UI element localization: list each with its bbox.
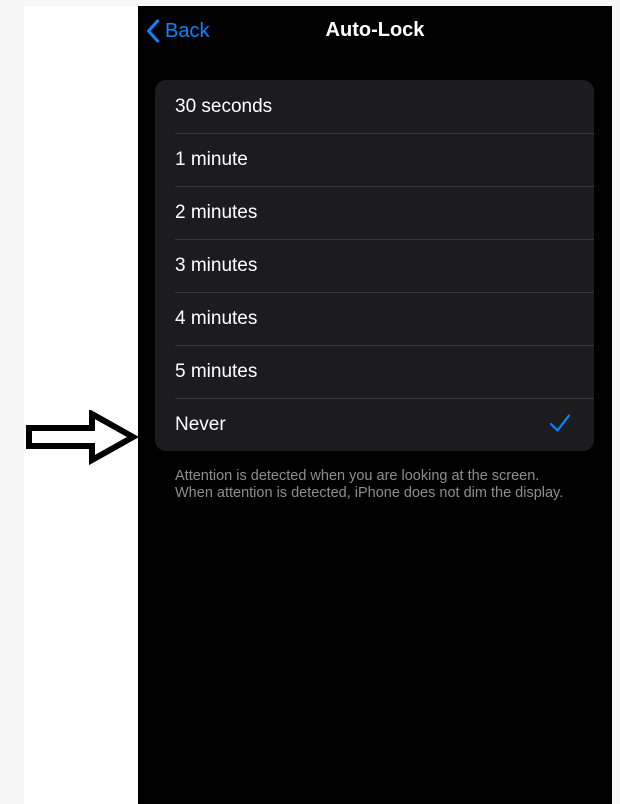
option-label: 2 minutes — [175, 201, 258, 223]
option-1-minute[interactable]: 1 minute — [155, 133, 594, 186]
option-label: 5 minutes — [175, 360, 258, 382]
option-never[interactable]: Never — [155, 398, 594, 451]
checkmark-icon — [549, 413, 571, 438]
auto-lock-options-list: 30 seconds 1 minute 2 minutes 3 minutes … — [155, 80, 594, 451]
option-4-minutes[interactable]: 4 minutes — [155, 292, 594, 345]
option-5-minutes[interactable]: 5 minutes — [155, 345, 594, 398]
option-label: 1 minute — [175, 148, 248, 170]
auto-lock-screen: Back Auto-Lock 30 seconds 1 minute 2 min… — [138, 6, 612, 804]
navigation-bar: Back Auto-Lock — [138, 6, 612, 58]
page-title: Auto-Lock — [325, 19, 425, 41]
screenshot-canvas: Back Auto-Lock 30 seconds 1 minute 2 min… — [0, 0, 620, 804]
option-label: Never — [175, 413, 226, 435]
option-30-seconds[interactable]: 30 seconds — [155, 80, 594, 133]
option-label: 3 minutes — [175, 254, 258, 276]
option-3-minutes[interactable]: 3 minutes — [155, 239, 594, 292]
attention-footer-note: Attention is detected when you are looki… — [175, 468, 564, 501]
option-2-minutes[interactable]: 2 minutes — [155, 186, 594, 239]
right-arrow-icon — [26, 408, 140, 471]
option-label: 30 seconds — [175, 95, 273, 117]
left-margin-panel — [24, 6, 138, 804]
option-label: 4 minutes — [175, 307, 258, 329]
